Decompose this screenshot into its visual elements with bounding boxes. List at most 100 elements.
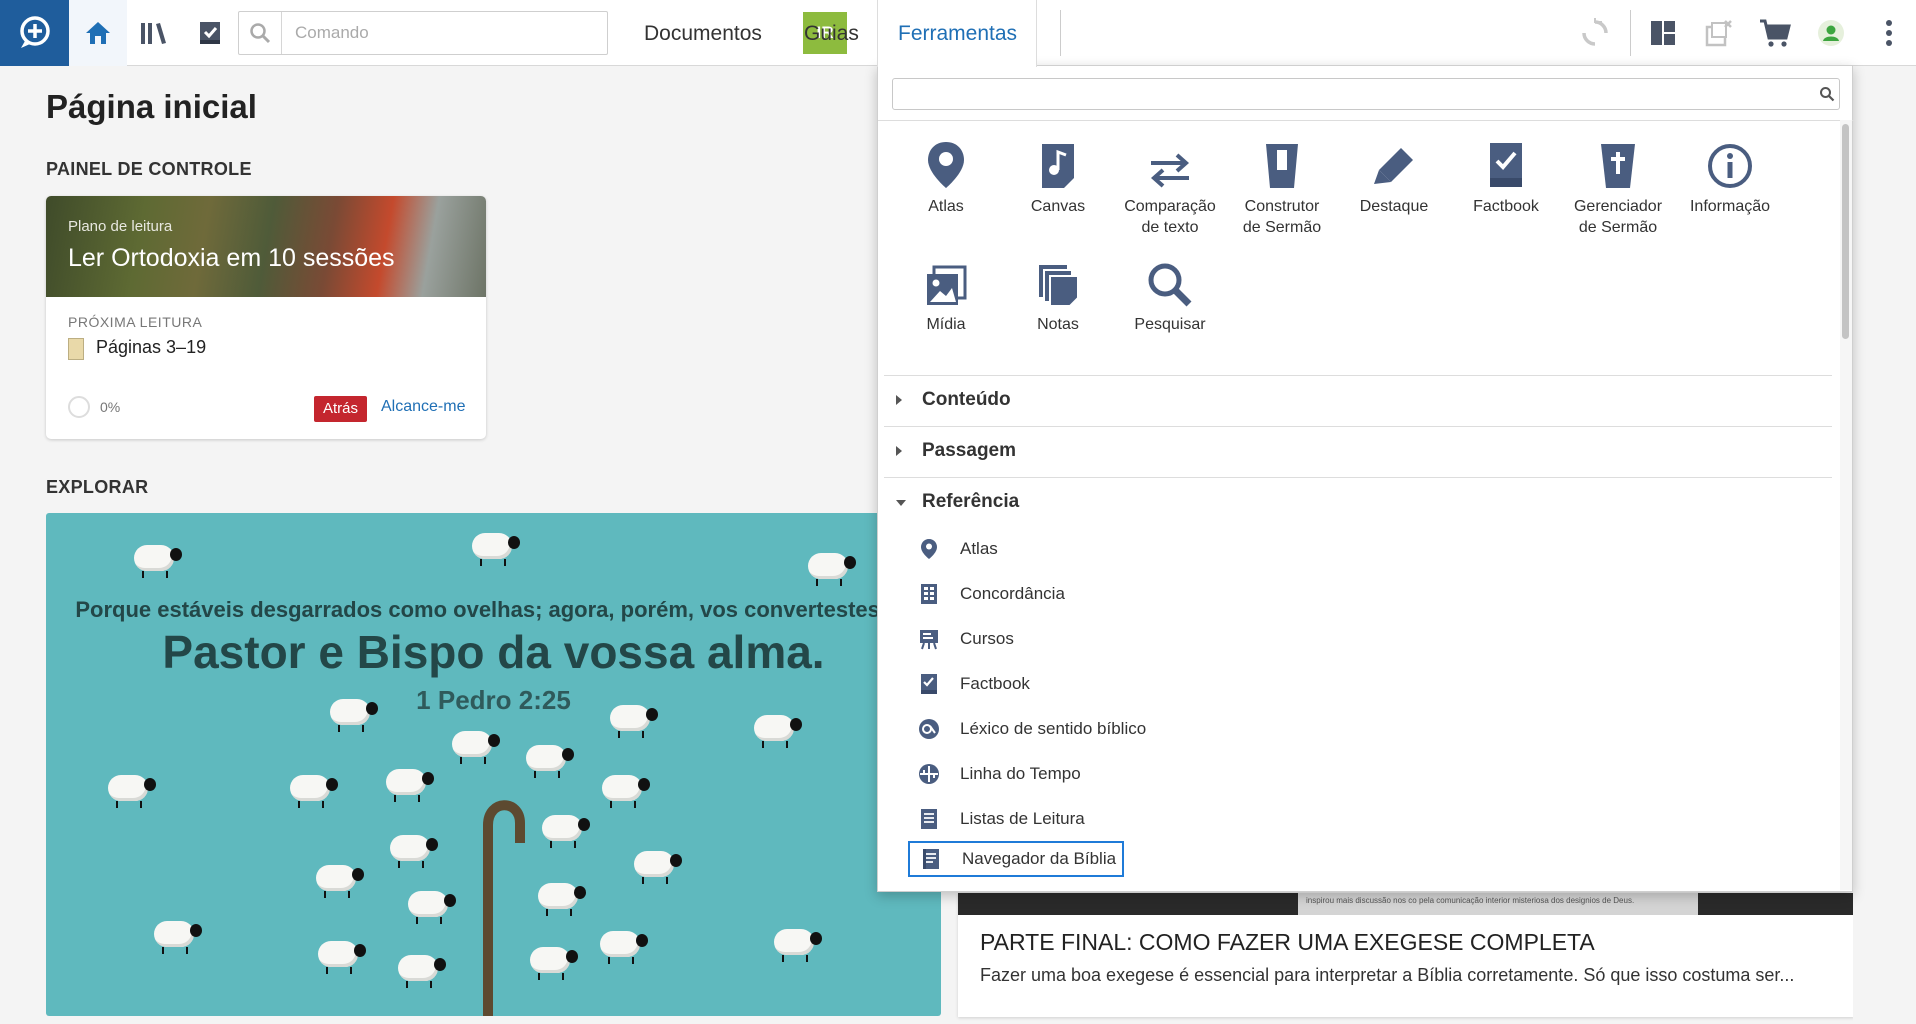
tool-notes[interactable]: Notas [1002,252,1114,335]
ref-item-label: Concordância [960,584,1065,603]
tool-sermon-builder[interactable]: Construtor de Sermão [1226,134,1338,238]
verse-line-2: Pastor e Bispo da vossa alma. [162,626,825,678]
map-pin-icon [921,539,937,559]
concordance-icon [921,584,937,604]
verse-reference: 1 Pedro 2:25 [416,685,571,715]
top-toolbar: IR Documentos Guias Ferramentas [0,0,1916,67]
sheep [398,955,446,988]
next-reading-label: PRÓXIMA LEITURA [68,314,203,330]
section-referencia[interactable]: Referência [884,477,1832,517]
article-card[interactable]: inspirou mais discussão nos co pela comu… [958,893,1854,1017]
section-conteudo[interactable]: Conteúdo [884,375,1832,425]
article-title[interactable]: PARTE FINAL: COMO FAZER UMA EXEGESE COMP… [980,929,1595,956]
tool-search[interactable]: Pesquisar [1114,252,1226,335]
close-panels-icon[interactable] [1692,0,1746,66]
chevron-down-icon [896,500,906,506]
tool-canvas[interactable]: Canvas [1002,134,1114,217]
section-label: Passagem [922,440,1017,461]
command-box: IR [238,11,847,55]
documents-icon[interactable] [183,0,237,66]
timeline-icon [919,764,939,784]
reading-list-icon [921,809,937,829]
tools-search-icon[interactable] [1819,86,1835,102]
sheep [774,929,822,962]
ref-item-concordancia[interactable]: Concordância [908,576,1168,612]
ref-item-label: Listas de Leitura [960,809,1085,828]
chevron-right-icon [896,446,902,456]
tool-label: Comparação de texto [1124,198,1216,236]
nav-ferramentas[interactable]: Ferramentas [877,0,1037,67]
layout-icon[interactable] [1636,0,1690,66]
courses-icon [920,630,938,650]
sheep [526,745,574,778]
tool-sermon-manager[interactable]: Gerenciador de Sermão [1562,134,1674,238]
tool-factbook[interactable]: Factbook [1450,134,1562,217]
sheep [538,883,586,916]
tool-label: Pesquisar [1134,316,1206,333]
tools-search-input[interactable] [899,83,1799,105]
highlighter-icon [1374,148,1413,184]
ref-item-lexico[interactable]: Léxico de sentido bíblico [908,711,1168,747]
tool-label: Mídia [926,316,966,333]
tool-text-comparison[interactable]: Comparação de texto [1114,134,1226,238]
panel-scrollbar-thumb[interactable] [1842,124,1849,339]
ref-item-navegador-da-biblia[interactable]: Navegador da Bíblia [908,841,1124,877]
tool-highlight[interactable]: Destaque [1338,134,1450,217]
section-label: Conteúdo [922,389,1011,410]
progress-ring [68,396,90,418]
tool-label: Construtor de Sermão [1242,198,1322,236]
nav-guias[interactable]: Guias [804,0,859,66]
progress-percent: 0% [100,399,121,415]
more-menu-icon[interactable] [1862,0,1916,66]
lexicon-icon [919,719,939,739]
dashboard-heading: PAINEL DE CONTROLE [46,159,252,179]
cart-icon[interactable] [1748,0,1802,66]
ref-item-listas-de-leitura[interactable]: Listas de Leitura [908,801,1168,837]
shepherd-staff-icon [483,800,525,1016]
info-icon [1708,144,1752,188]
sheep [634,851,682,884]
tool-information[interactable]: Informação [1674,134,1786,217]
command-input[interactable] [295,18,545,48]
media-icon [927,265,967,305]
ref-item-atlas[interactable]: Atlas [908,531,1168,567]
notes-icon [1039,265,1079,307]
logos-logo-icon[interactable] [0,0,69,66]
reading-plan-title[interactable]: Ler Ortodoxia em 10 sessões [68,244,395,273]
canvas-icon [1042,144,1074,188]
tool-atlas[interactable]: Atlas [890,134,1002,217]
tool-media[interactable]: Mídia [890,252,1002,335]
sync-icon[interactable] [1568,0,1622,66]
sheep [290,775,338,808]
tool-label: Destaque [1359,198,1429,215]
tool-label: Canvas [1030,198,1086,215]
explore-verse-image[interactable]: Porque estáveis desgarrados como ovelhas… [46,513,941,1016]
command-divider [281,12,282,54]
sheep [386,769,434,802]
sheep [330,699,378,732]
sheep [408,891,456,924]
ref-item-label: Léxico de sentido bíblico [960,719,1147,738]
section-passagem[interactable]: Passagem [884,426,1832,476]
toolbar-divider [1060,10,1061,56]
catch-up-link[interactable]: Alcance-me [381,398,465,416]
reading-plan-kicker: Plano de leitura [68,218,173,235]
tool-label: Factbook [1473,198,1539,215]
ref-item-factbook[interactable]: Factbook [908,666,1168,702]
sheep [754,715,802,748]
sheep [154,921,202,954]
next-reading-pages[interactable]: Páginas 3–19 [96,337,206,358]
home-icon[interactable] [69,0,127,66]
nav-documentos[interactable]: Documentos [644,0,762,66]
article-image-text: inspirou mais discussão nos co pela comu… [1298,893,1698,915]
verse-line-1: Porque estáveis desgarrados como ovelhas… [75,597,912,622]
sheep [108,775,156,808]
article-description: Fazer uma boa exegese é essencial para i… [980,965,1795,985]
reading-plan-card[interactable]: Plano de leitura Ler Ortodoxia em 10 ses… [46,196,486,439]
library-icon[interactable] [127,0,181,66]
user-icon[interactable] [1804,0,1858,66]
tools-dropdown-panel: Atlas Canvas Comparação de texto Construt… [877,65,1854,892]
ref-item-cursos[interactable]: Cursos [908,621,1168,657]
ref-item-linha-do-tempo[interactable]: Linha do Tempo [908,756,1168,792]
command-search-icon [250,23,271,44]
